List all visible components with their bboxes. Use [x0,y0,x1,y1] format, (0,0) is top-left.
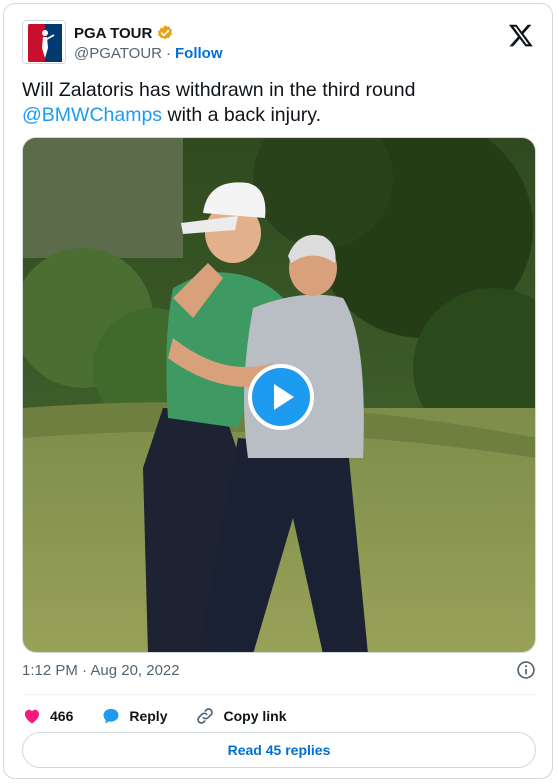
read-replies-button[interactable]: Read 45 replies [22,732,536,768]
copy-link-button[interactable]: Copy link [195,706,287,726]
follow-button[interactable]: Follow [175,45,223,62]
pga-tour-logo[interactable] [22,20,66,64]
tweet-text: Will Zalatoris has withdrawn in the thir… [22,78,542,128]
copy-link-label: Copy link [223,708,287,724]
divider [22,694,536,695]
tweet-timestamp[interactable]: 1:12 PM · Aug 20, 2022 [22,662,180,679]
tweet-text-rest: with a back injury. [162,104,322,126]
separator-dot: · [166,45,172,62]
reply-button[interactable]: Reply [101,706,167,726]
author-handle-row: @PGATOUR · Follow [74,45,223,62]
reply-label: Reply [129,708,168,724]
tweet-header: PGA TOUR @PGATOUR · Follow [22,16,538,66]
play-button[interactable] [248,364,314,430]
author-name-row: PGA TOUR [74,24,174,42]
play-icon [274,384,294,410]
like-button[interactable]: 466 [22,706,73,726]
info-icon[interactable] [516,660,536,680]
reply-icon [103,708,119,724]
x-logo-icon[interactable] [508,22,534,48]
like-count: 466 [50,708,74,724]
author-handle[interactable]: @PGATOUR [74,45,162,62]
tweet-actions: 466 Reply Copy link [22,701,315,731]
author-display-name[interactable]: PGA TOUR [74,25,152,42]
tweet-card: PGA TOUR @PGATOUR · Follow Will Zalatori… [3,3,553,779]
verified-badge-icon [158,25,173,40]
mention-link[interactable]: @BMWChamps [22,104,162,126]
video-thumbnail[interactable] [22,137,536,653]
heart-icon [24,709,40,724]
tweet-text-line1: Will Zalatoris has withdrawn in the thir… [22,79,416,101]
link-icon [197,708,214,724]
